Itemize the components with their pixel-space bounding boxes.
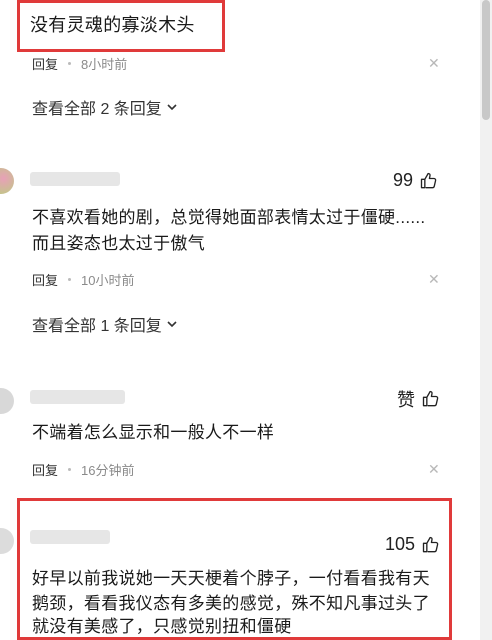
- expand-replies-label: 查看全部 2 条回复: [32, 101, 162, 118]
- expand-replies-button[interactable]: 查看全部 2 条回复: [32, 95, 178, 119]
- comment-text-line-1: 不喜欢看她的剧，总觉得她面部表情太过于僵硬......: [32, 208, 426, 227]
- comment-meta: 回复 8小时前: [32, 54, 127, 73]
- like-count: 99: [393, 170, 414, 190]
- separator-dot: [68, 468, 72, 471]
- avatar[interactable]: [0, 388, 14, 414]
- expand-replies-button[interactable]: 查看全部 1 条回复: [32, 312, 178, 336]
- chevron-down-icon: [167, 104, 177, 111]
- chevron-down-icon: [167, 321, 177, 328]
- reply-button[interactable]: 回复: [32, 270, 58, 289]
- close-icon[interactable]: ✕: [428, 55, 440, 72]
- comment-meta: 回复 16分钟前: [32, 460, 134, 479]
- like-label: 赞: [397, 390, 415, 410]
- like-count: 105: [385, 534, 416, 554]
- comment-text: 不端着怎么显示和一般人不一样: [32, 423, 275, 442]
- close-icon[interactable]: ✕: [428, 271, 440, 288]
- comment-text: 没有灵魂的寡淡木头: [30, 15, 195, 35]
- timestamp: 16分钟前: [81, 463, 135, 478]
- scrollbar-thumb[interactable]: [482, 0, 490, 120]
- avatar[interactable]: [0, 168, 14, 194]
- comment-text-line-2: 而且姿态也太过于傲气: [32, 234, 205, 253]
- username-blurred[interactable]: [30, 390, 125, 404]
- like-button[interactable]: 105: [385, 534, 441, 555]
- thumbs-up-icon: [420, 172, 437, 188]
- comment-text-line-1: 好早以前我说她一天天梗着个脖子，一付看看我有天: [32, 569, 430, 588]
- username-blurred[interactable]: [30, 172, 120, 186]
- scrollbar[interactable]: [480, 0, 492, 640]
- separator-dot: [68, 62, 72, 65]
- reply-button[interactable]: 回复: [32, 54, 58, 73]
- username-blurred[interactable]: [30, 530, 110, 544]
- close-icon[interactable]: ✕: [428, 461, 440, 478]
- timestamp: 8小时前: [81, 57, 128, 72]
- thumbs-up-icon: [422, 390, 439, 407]
- like-button[interactable]: 99: [393, 170, 439, 191]
- separator-dot: [68, 278, 72, 281]
- avatar[interactable]: [0, 528, 14, 554]
- comment-meta: 回复 10小时前: [32, 270, 134, 289]
- timestamp: 10小时前: [81, 273, 135, 288]
- reply-button[interactable]: 回复: [32, 460, 58, 479]
- like-button[interactable]: 赞: [397, 386, 441, 412]
- comment-text-line-3: 就没有美感了，只感觉别扭和僵硬: [32, 617, 292, 636]
- thumbs-up-icon: [422, 536, 439, 552]
- expand-replies-label: 查看全部 1 条回复: [32, 318, 162, 335]
